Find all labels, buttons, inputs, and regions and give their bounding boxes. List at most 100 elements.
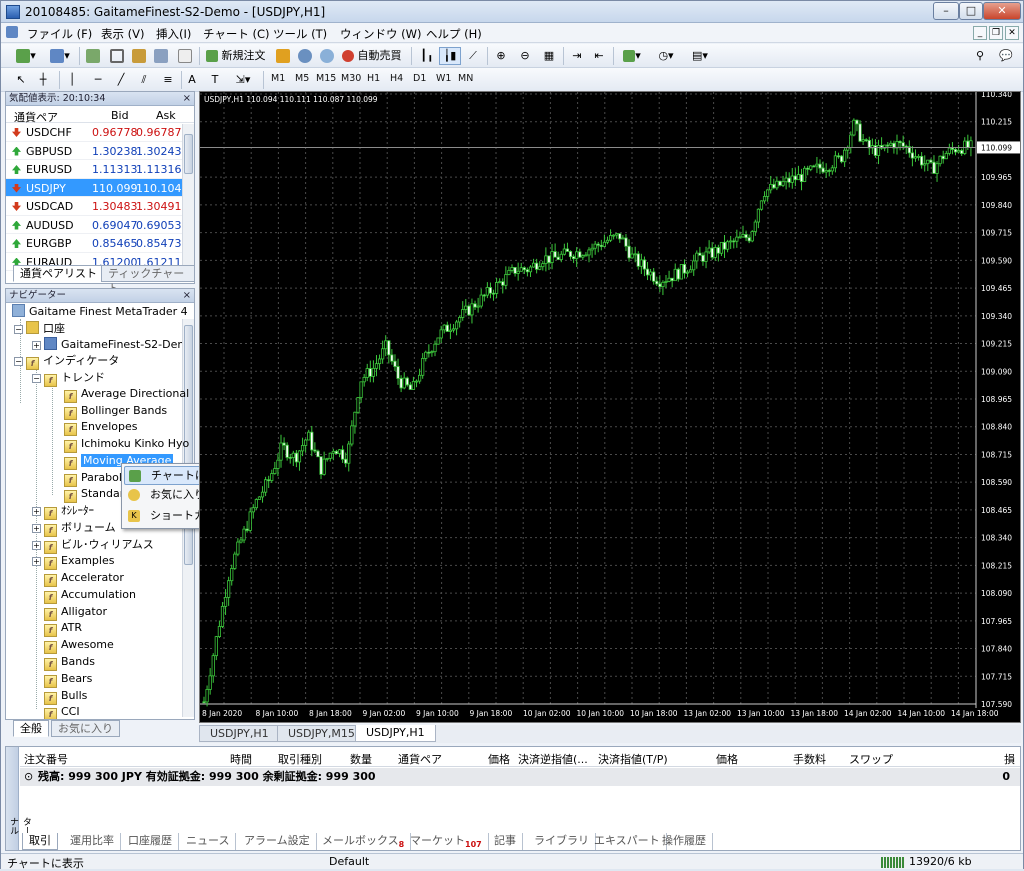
terminal-col-10[interactable]: スワップ: [849, 751, 893, 767]
terminal-tab-6[interactable]: マーケット107: [404, 833, 489, 850]
terminal-icon[interactable]: [151, 47, 171, 65]
terminal-col-6[interactable]: 決済逆指値(...: [518, 751, 588, 767]
menu-insert[interactable]: 挿入(I): [156, 26, 191, 42]
menu-file[interactable]: ファイル (F): [27, 26, 92, 42]
new-order-button[interactable]: 新規注文: [205, 47, 269, 65]
menu-help[interactable]: ヘルプ (H): [426, 26, 482, 42]
nav-indicator-ichimoku-kinko-hyo[interactable]: f Ichimoku Kinko Hyo: [64, 436, 189, 454]
nav-custom-cci[interactable]: f CCI: [44, 704, 80, 719]
nav-custom-accumulation[interactable]: f Accumulation: [44, 587, 136, 604]
nav-indicators[interactable]: − f インディケータ: [14, 353, 119, 370]
chart-tab-usdjpy-m15[interactable]: USDJPY,M15: [277, 725, 366, 742]
indicators-button[interactable]: ▾: [617, 47, 647, 65]
nav-group-2[interactable]: + f ビル･ウィリアムス: [32, 537, 154, 554]
crosshair-icon[interactable]: ┼: [35, 71, 51, 89]
market-watch-icon[interactable]: [83, 47, 103, 65]
tf-m5[interactable]: M5: [295, 73, 309, 84]
terminal-tab-7[interactable]: 記事: [488, 833, 523, 850]
terminal-tab-3[interactable]: ニュース: [180, 833, 237, 850]
terminal-tab-8[interactable]: ライブラリ: [528, 833, 596, 850]
auto-trading-button[interactable]: 自動売買: [341, 47, 405, 65]
text-label-icon[interactable]: T: [207, 71, 223, 89]
col-bid[interactable]: Bid: [111, 109, 129, 122]
nav-group-1[interactable]: + f ボリューム: [32, 520, 116, 537]
terminal-tab-0[interactable]: 取引: [22, 833, 58, 850]
minimize-button[interactable]: –: [933, 2, 959, 20]
market-row-gbpusd[interactable]: GBPUSD 1.30238 1.30243: [6, 142, 194, 160]
mdi-close-icon[interactable]: ✕: [1005, 26, 1019, 40]
terminal-tab-4[interactable]: アラーム設定: [238, 833, 317, 850]
tab-common[interactable]: 全般: [13, 720, 49, 737]
terminal-col-1[interactable]: 時間: [230, 751, 252, 767]
search-icon[interactable]: ⚲: [971, 47, 989, 65]
market-row-usdchf[interactable]: USDCHF 0.96778 0.96787: [6, 123, 194, 142]
mdi-restore-icon[interactable]: ❐: [989, 26, 1003, 40]
close-button[interactable]: ✕: [983, 2, 1021, 20]
market-row-usdjpy[interactable]: USDJPY 110.099 110.104: [6, 178, 194, 197]
nav-custom-bulls[interactable]: f Bulls: [44, 688, 87, 705]
nav-group-0[interactable]: + f ｵｼﾚｰﾀｰ: [32, 503, 94, 520]
fibonacci-icon[interactable]: ≡: [159, 71, 177, 89]
new-chart-button[interactable]: ▾: [11, 47, 41, 65]
cursor-icon[interactable]: ↖: [13, 71, 29, 89]
terminal-tab-1[interactable]: 運用比率: [64, 833, 121, 850]
zoom-out-icon[interactable]: ⊖: [515, 47, 535, 65]
periods-button[interactable]: ◷▾: [651, 47, 681, 65]
menu-tools[interactable]: ツール (T): [273, 26, 327, 42]
tile-windows-icon[interactable]: ▦: [539, 47, 559, 65]
mdi-minimize-icon[interactable]: _: [973, 26, 987, 40]
terminal-col-3[interactable]: 数量: [350, 751, 372, 767]
terminal-tab-10[interactable]: 操作履歴: [656, 833, 713, 850]
terminal-col-2[interactable]: 取引種別: [278, 751, 322, 767]
terminal-col-7[interactable]: 決済指値(T/P): [598, 751, 668, 767]
terminal-col-9[interactable]: 手数料: [793, 751, 826, 767]
nav-custom-awesome[interactable]: f Awesome: [44, 637, 114, 655]
tf-m1[interactable]: M1: [271, 73, 285, 84]
tf-mn[interactable]: MN: [458, 73, 473, 84]
terminal-tab-2[interactable]: 口座履歴: [122, 833, 179, 850]
vertical-line-icon[interactable]: │: [65, 71, 79, 89]
terminal-col-4[interactable]: 通貨ペア: [398, 751, 442, 767]
nav-indicator-envelopes[interactable]: f Envelopes: [64, 419, 137, 437]
auto-scroll-icon[interactable]: ⇥: [567, 47, 587, 65]
templates-button[interactable]: ▤▾: [685, 47, 715, 65]
data-window-icon[interactable]: [129, 47, 149, 65]
market-row-eurusd[interactable]: EURUSD 1.11313 1.11316: [6, 160, 194, 179]
tf-m15[interactable]: M15: [316, 73, 336, 84]
chart-tab-usdjpy-h1-b[interactable]: USDJPY,H1: [355, 725, 436, 742]
maximize-button[interactable]: □: [959, 2, 983, 20]
market-watch-scrollbar[interactable]: [182, 124, 194, 279]
menu-chart[interactable]: チャート (C): [203, 26, 270, 42]
nav-indicator-average-directional[interactable]: f Average Directional: [64, 386, 189, 403]
chat-icon[interactable]: 💬: [995, 47, 1017, 65]
profiles-button[interactable]: ▾: [45, 47, 75, 65]
tf-w1[interactable]: W1: [436, 73, 451, 84]
nav-group-3[interactable]: + f Examples: [32, 553, 114, 571]
close-icon[interactable]: ×: [183, 289, 191, 303]
nav-indicator-bollinger-bands[interactable]: f Bollinger Bands: [64, 403, 167, 420]
tf-h1[interactable]: H1: [367, 73, 380, 84]
text-icon[interactable]: A: [185, 71, 199, 89]
candlestick-icon[interactable]: ╽▮: [439, 47, 461, 65]
nav-account-folder[interactable]: − 口座: [14, 321, 65, 337]
strategy-tester-icon[interactable]: [175, 47, 195, 65]
navigator-icon[interactable]: [107, 47, 127, 65]
tf-h4[interactable]: H4: [390, 73, 403, 84]
chart-canvas[interactable]: 110.340 110.215 110.099 109.965 109.840 109.7…: [200, 90, 1020, 722]
channel-icon[interactable]: ⫽: [135, 71, 153, 89]
signals-icon[interactable]: [295, 47, 315, 65]
nav-trend[interactable]: − f トレンド: [32, 370, 105, 387]
tab-symbols[interactable]: 通貨ペアリスト: [13, 265, 104, 282]
nav-custom-alligator[interactable]: f Alligator: [44, 604, 107, 621]
market-icon[interactable]: [317, 47, 337, 65]
terminal-col-0[interactable]: 注文番号: [24, 751, 68, 767]
terminal-tab-9[interactable]: エキスパート: [588, 833, 667, 850]
col-ask[interactable]: Ask: [156, 109, 176, 122]
nav-custom-atr[interactable]: f ATR: [44, 620, 82, 638]
market-row-audusd[interactable]: AUDUSD 0.69047 0.69053: [6, 216, 194, 234]
nav-account[interactable]: + GaitameFinest-S2-Demo: [32, 337, 194, 353]
nav-custom-bears[interactable]: f Bears: [44, 671, 92, 688]
trendline-icon[interactable]: ╱: [113, 71, 129, 89]
bar-chart-icon[interactable]: ┃╻: [417, 47, 437, 65]
tf-d1[interactable]: D1: [413, 73, 426, 84]
